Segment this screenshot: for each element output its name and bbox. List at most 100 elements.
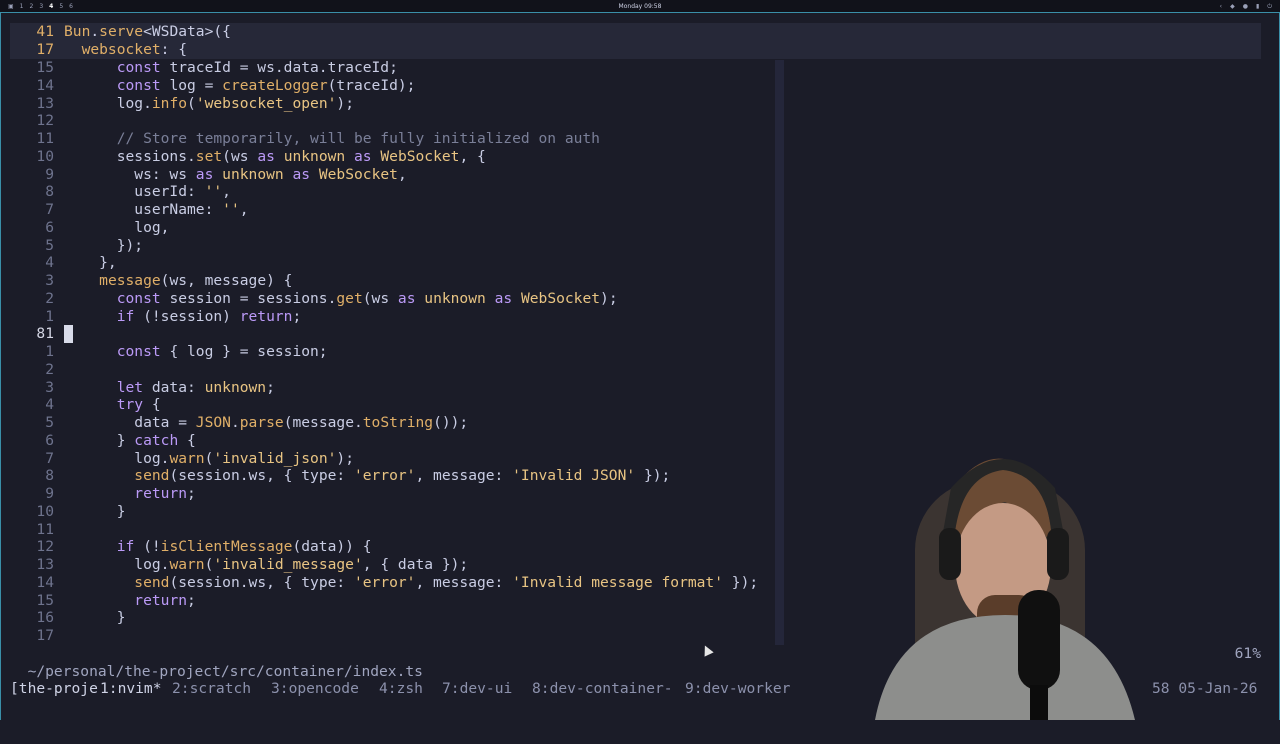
- code-text: return;: [64, 485, 196, 503]
- code-line[interactable]: 5 });: [0, 237, 1270, 255]
- code-line[interactable]: 81: [0, 325, 1270, 343]
- code-token: data =: [64, 414, 196, 431]
- code-line[interactable]: 10 sessions.set(ws as unknown as WebSock…: [0, 148, 1270, 166]
- code-line[interactable]: 15 const traceId = ws.data.traceId;: [0, 59, 1270, 77]
- code-line[interactable]: 2: [0, 361, 1270, 379]
- code-token: WebSocket: [380, 147, 460, 165]
- tmux-window[interactable]: 8:dev-container-: [532, 678, 673, 700]
- tmux-session[interactable]: [the-proje: [10, 678, 98, 700]
- window-split-divider[interactable]: [775, 60, 784, 645]
- code-token: (: [187, 94, 196, 112]
- code-token: // Store temporarily, will be fully init…: [116, 130, 600, 147]
- code-line[interactable]: 2 const session = sessions.get(ws as unk…: [0, 290, 1270, 308]
- code-token: userId:: [64, 183, 205, 201]
- code-token: const: [116, 289, 161, 307]
- line-number: 9: [45, 165, 54, 183]
- tmux-window[interactable]: 9:dev-worker: [685, 678, 790, 700]
- code-token: createLogger: [222, 76, 328, 94]
- tmux-window[interactable]: 1:nvim*: [100, 678, 162, 700]
- code-token: toString: [362, 414, 434, 431]
- scroll-percent: 61%: [1234, 645, 1261, 662]
- code-line[interactable]: 4 },: [0, 254, 1270, 272]
- code-text: sessions.set(ws as unknown as WebSocket,…: [64, 148, 486, 166]
- code-line[interactable]: 11 // Store temporarily, will be fully i…: [0, 130, 1270, 148]
- code-text: data = JSON.parse(message.toString());: [64, 414, 468, 432]
- network-icon[interactable]: ◆: [1230, 3, 1235, 11]
- code-text: try {: [64, 396, 161, 414]
- code-token: ,: [239, 201, 249, 218]
- line-number: 5: [45, 414, 54, 431]
- code-token: (traceId);: [327, 76, 416, 94]
- code-token: ws: ws: [64, 165, 196, 183]
- code-token: );: [336, 94, 354, 112]
- code-line[interactable]: 13 log.info('websocket_open');: [0, 95, 1270, 113]
- line-number: 12: [36, 538, 54, 556]
- power-icon[interactable]: ⏻: [1267, 3, 1272, 11]
- code-token: ;: [187, 591, 196, 609]
- code-line[interactable]: 17 websocket: {: [0, 41, 1270, 59]
- code-token: }: [64, 502, 126, 520]
- code-token: 'error': [353, 467, 416, 485]
- code-token: (!session): [134, 307, 240, 325]
- line-number: 5: [45, 236, 54, 254]
- tmux-window[interactable]: 4:zsh: [379, 678, 423, 700]
- code-line[interactable]: 5 data = JSON.parse(message.toString());: [0, 414, 1270, 432]
- code-token: parse: [239, 414, 284, 431]
- clock: Monday 09:58: [618, 3, 662, 10]
- code-text: const traceId = ws.data.traceId;: [64, 59, 398, 77]
- tmux-window[interactable]: 2:scratch: [172, 678, 251, 700]
- code-token: { log } = session;: [160, 343, 328, 360]
- code-token: as: [292, 165, 311, 183]
- code-token: WebSocket: [318, 165, 398, 183]
- volume-icon[interactable]: ●: [1243, 3, 1248, 11]
- code-token: , message:: [415, 573, 513, 591]
- code-line[interactable]: 1 if (!session) return;: [0, 308, 1270, 326]
- code-token: if: [116, 538, 135, 556]
- code-token: ;: [266, 378, 275, 396]
- line-number: 6: [45, 218, 54, 236]
- code-token: as: [257, 147, 275, 165]
- code-token: });: [723, 573, 759, 591]
- code-token: ;: [187, 485, 196, 502]
- line-number: 4: [45, 254, 54, 272]
- tmux-window[interactable]: 3:opencode: [271, 678, 359, 700]
- code-text: }: [64, 503, 126, 521]
- tmux-datetime: 58 05-Jan-26: [1152, 680, 1258, 697]
- code-line[interactable]: 8 userId: '',: [0, 183, 1270, 201]
- code-line[interactable]: 7 userName: '',: [0, 201, 1270, 219]
- code-line[interactable]: 6 log,: [0, 219, 1270, 237]
- code-token: const: [116, 59, 161, 76]
- code-line[interactable]: 1 const { log } = session;: [0, 343, 1270, 361]
- line-number: 11: [36, 130, 54, 147]
- line-number: 12: [36, 112, 54, 130]
- code-line[interactable]: 3 let data: unknown;: [0, 379, 1270, 397]
- line-number: 17: [36, 41, 54, 58]
- tmux-window[interactable]: 7:dev-ui: [442, 678, 512, 700]
- desktop-topbar: ▣ 1 2 3 4 5 6 Monday 09:58 ‹ ◆ ● ▮ ⏻: [0, 0, 1280, 12]
- code-token: 'websocket_open': [195, 94, 337, 112]
- code-text: const log = createLogger(traceId);: [64, 76, 416, 95]
- code-line[interactable]: 12: [0, 112, 1270, 130]
- code-text: } catch {: [64, 432, 196, 450]
- code-token: unknown: [204, 378, 267, 396]
- code-line[interactable]: 14 const log = createLogger(traceId);: [0, 77, 1270, 95]
- battery-icon[interactable]: ▮: [1256, 3, 1259, 11]
- code-line[interactable]: 41 Bun.serve<WSData>({: [0, 23, 1270, 41]
- code-token: warn: [169, 449, 205, 467]
- code-line[interactable]: 4 try {: [0, 396, 1270, 414]
- code-token: const: [116, 343, 161, 360]
- code-line[interactable]: 9 ws: ws as unknown as WebSocket,: [0, 166, 1270, 184]
- chevron-left-icon[interactable]: ‹: [1220, 3, 1222, 11]
- code-token: 'error': [353, 573, 416, 591]
- code-token: (ws: [362, 289, 398, 307]
- code-line[interactable]: 3 message(ws, message) {: [0, 272, 1270, 290]
